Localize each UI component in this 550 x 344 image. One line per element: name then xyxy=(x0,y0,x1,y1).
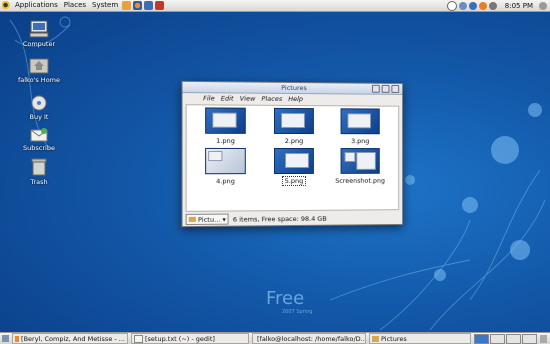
file-label: 4.png xyxy=(216,177,235,186)
taskbar-button[interactable]: [falko@localhost: /home/falko/D... xyxy=(252,333,366,344)
folder-icon xyxy=(372,335,379,342)
desktop-icon-label: Subscribe xyxy=(23,144,55,152)
taskbar-button[interactable]: [setup.txt (~) - gedit] xyxy=(131,333,249,344)
terminal-icon[interactable] xyxy=(155,1,165,10)
trash-icon xyxy=(31,158,47,176)
window-titlebar[interactable]: Pictures xyxy=(182,81,403,95)
location-combo[interactable]: Pictu... ▾ xyxy=(185,213,229,226)
menu-file[interactable]: File xyxy=(203,93,215,103)
beryl-icon[interactable] xyxy=(468,1,477,10)
search-icon[interactable] xyxy=(446,0,457,11)
file-manager-window: Pictures File Edit View Places Help 1.pn… xyxy=(181,80,404,228)
desktop-icon-subscribe[interactable]: Subscribe xyxy=(14,128,64,152)
file-item[interactable]: Screenshot.png xyxy=(333,148,388,185)
desktop-icon-buy-it[interactable]: Buy It xyxy=(14,95,64,121)
wallpaper-subtext: 2007 Spring xyxy=(282,309,313,315)
workspace-2[interactable] xyxy=(490,333,505,344)
file-item[interactable]: 4.png xyxy=(197,147,254,186)
file-label: 5.png xyxy=(281,175,307,187)
firefox-icon[interactable] xyxy=(133,1,143,10)
desktop-icon-label: falko's Home xyxy=(17,76,61,84)
location-combo-value: Pictu... xyxy=(197,215,221,224)
file-item[interactable]: 2.png xyxy=(266,107,322,146)
minimize-icon[interactable] xyxy=(371,84,380,93)
workspace-switcher xyxy=(474,333,540,344)
image-thumbnail xyxy=(205,147,246,175)
file-icon-view[interactable]: 1.png 2.png 3.png 4.png 5.png Screenshot… xyxy=(185,104,400,212)
main-menu: Applications Places System xyxy=(0,0,165,11)
update-icon[interactable] xyxy=(478,1,487,10)
applications-menu[interactable]: Applications xyxy=(12,0,61,11)
wallpaper-free-text: Free xyxy=(266,288,305,309)
browser-icon xyxy=(15,335,20,342)
chevron-down-icon: ▾ xyxy=(222,215,226,224)
window-statusbar: Pictu... ▾ 6 items, Free space: 98.4 GB xyxy=(183,211,403,226)
status-text: 6 items, Free space: 98.4 GB xyxy=(232,214,327,224)
taskbar-label: [setup.txt (~) - gedit] xyxy=(145,334,215,343)
cd-icon xyxy=(31,95,47,111)
home-folder-icon xyxy=(29,58,49,74)
close-icon[interactable] xyxy=(391,84,400,93)
workspace-3[interactable] xyxy=(506,333,521,344)
image-thumbnail xyxy=(340,108,380,135)
menu-view[interactable]: View xyxy=(240,94,256,104)
file-label: 2.png xyxy=(284,136,304,146)
file-label: Screenshot.png xyxy=(335,176,386,185)
file-item[interactable]: 5.png xyxy=(266,147,322,187)
email-icon[interactable] xyxy=(144,1,154,10)
gnome-foot-icon xyxy=(2,1,11,10)
image-thumbnail xyxy=(205,107,246,134)
file-item[interactable]: 3.png xyxy=(333,108,388,145)
text-editor-icon xyxy=(134,334,143,343)
desktop-icon-label: Computer xyxy=(22,40,56,48)
trash-icon[interactable] xyxy=(540,334,547,343)
file-label: 3.png xyxy=(351,137,370,146)
volume-icon[interactable] xyxy=(488,1,497,10)
show-desktop-icon[interactable] xyxy=(2,335,9,342)
help-icon[interactable] xyxy=(122,1,132,10)
system-tray: 8:05 PM xyxy=(446,0,550,11)
computer-icon xyxy=(29,20,49,38)
workspace-4[interactable] xyxy=(522,333,537,344)
taskbar-label: [Beryl, Compiz, And Metisse - ... xyxy=(21,334,125,343)
workspace-1[interactable] xyxy=(474,333,489,344)
bottom-panel: [Beryl, Compiz, And Metisse - ... [setup… xyxy=(0,332,550,344)
menu-places[interactable]: Places xyxy=(261,94,282,104)
folder-icon xyxy=(188,216,196,222)
taskbar-label: [falko@localhost: /home/falko/D... xyxy=(257,334,366,343)
taskbar-button[interactable]: [Beryl, Compiz, And Metisse - ... xyxy=(12,333,128,344)
desktop-icon-label: Buy It xyxy=(29,113,49,121)
clock[interactable]: 8:05 PM xyxy=(505,2,533,10)
image-thumbnail xyxy=(340,148,380,174)
image-thumbnail xyxy=(273,107,314,135)
subscribe-icon xyxy=(30,128,48,142)
menu-edit[interactable]: Edit xyxy=(221,93,234,103)
top-panel: Applications Places System 8:05 PM xyxy=(0,0,550,12)
window-title: Pictures xyxy=(281,83,307,93)
network-icon[interactable] xyxy=(458,1,467,10)
file-item[interactable]: 1.png xyxy=(197,107,254,145)
system-menu[interactable]: System xyxy=(89,0,121,11)
desktop-icon-home[interactable]: falko's Home xyxy=(14,56,64,84)
maximize-icon[interactable] xyxy=(381,84,390,93)
desktop-icon-trash[interactable]: Trash xyxy=(14,158,64,186)
menu-help[interactable]: Help xyxy=(288,94,303,104)
shutdown-icon[interactable] xyxy=(539,1,547,10)
file-label: 1.png xyxy=(216,136,235,145)
desktop-icon-label: Trash xyxy=(30,178,48,186)
window-controls xyxy=(371,84,400,93)
image-thumbnail xyxy=(273,147,314,175)
desktop-icon-computer[interactable]: Computer xyxy=(14,20,64,48)
taskbar-button[interactable]: Pictures xyxy=(369,333,471,344)
taskbar-label: Pictures xyxy=(381,334,407,343)
window-menubar: File Edit View Places Help xyxy=(183,93,403,105)
places-menu[interactable]: Places xyxy=(61,0,89,11)
